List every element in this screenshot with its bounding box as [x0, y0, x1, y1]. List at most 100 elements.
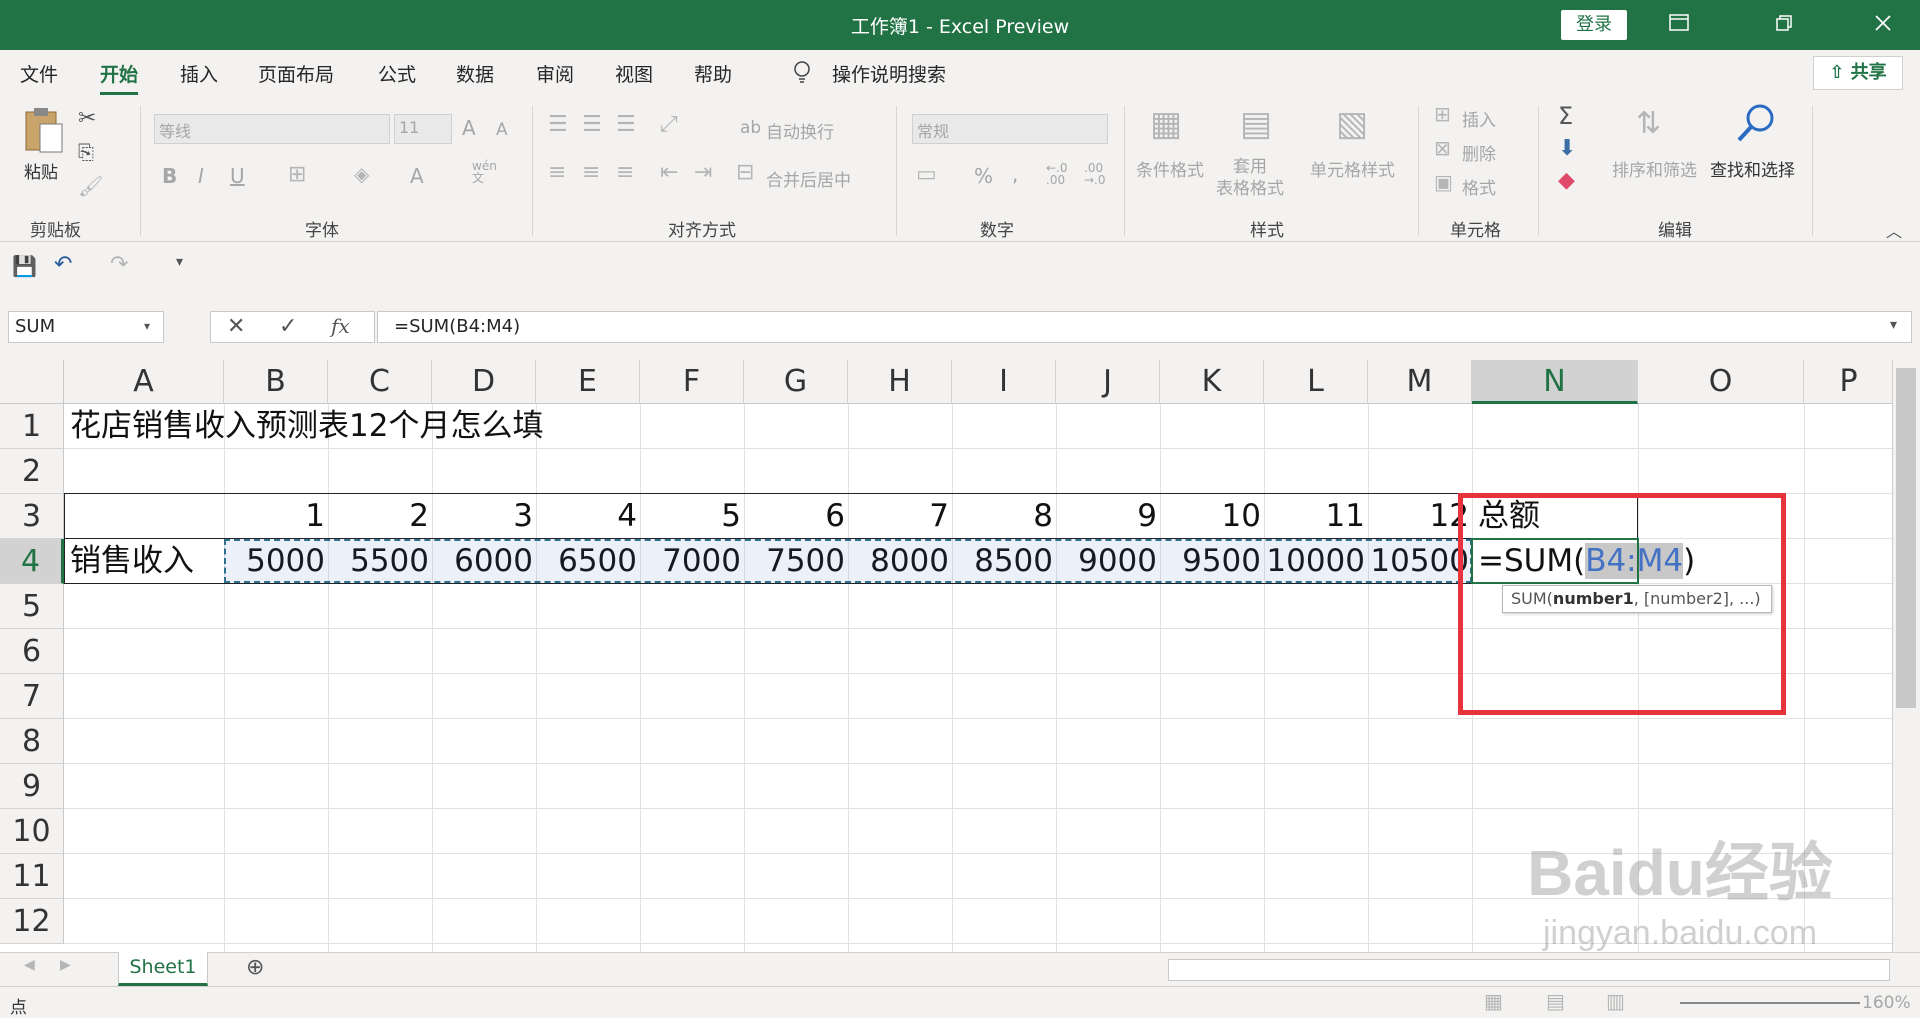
close-icon[interactable] — [1868, 10, 1898, 40]
column-header-l[interactable]: L — [1264, 360, 1368, 404]
add-sheet-icon[interactable]: ⊕ — [246, 955, 264, 980]
decrease-decimal-button[interactable]: .00 →.0 — [1084, 162, 1106, 186]
sheet-tab-sheet1[interactable]: Sheet1 — [118, 952, 208, 986]
name-box[interactable]: SUM — [8, 311, 164, 343]
row-header-4[interactable]: 4 — [0, 539, 64, 584]
find-select-icon[interactable] — [1734, 102, 1778, 152]
customize-qat-icon[interactable]: ▾ — [176, 254, 183, 270]
conditional-format-label[interactable]: 条件格式 — [1136, 156, 1204, 181]
align-center-icon[interactable]: ≡ — [582, 160, 600, 185]
merge-center-label[interactable]: 合并后居中 — [766, 166, 851, 191]
format-cells-icon[interactable]: ▣ — [1434, 170, 1453, 194]
insert-cells-icon[interactable]: ⊞ — [1434, 102, 1451, 126]
column-header-m[interactable]: M — [1368, 360, 1472, 404]
collapse-ribbon-icon[interactable]: ︿ — [1886, 218, 1902, 242]
column-header-g[interactable]: G — [744, 360, 848, 404]
tab-formulas[interactable]: 公式 — [378, 60, 416, 87]
horizontal-scrollbar[interactable] — [1168, 959, 1890, 981]
format-as-table-label[interactable]: 套用 表格格式 — [1216, 156, 1284, 200]
copy-icon[interactable]: ⎘ — [78, 140, 94, 164]
sort-filter-label[interactable]: 排序和筛选 — [1612, 156, 1697, 181]
wrap-text-label[interactable]: 自动换行 — [766, 118, 834, 143]
shrink-font-icon[interactable]: A — [496, 120, 508, 140]
wrap-text-icon[interactable]: ab — [740, 118, 761, 138]
row-header-8[interactable]: 8 — [0, 719, 64, 764]
share-button[interactable]: ⇧ 共享 — [1813, 56, 1903, 90]
number-format-select[interactable]: 常规 — [912, 114, 1108, 144]
format-cells-label[interactable]: 格式 — [1462, 174, 1496, 199]
row-header-6[interactable]: 6 — [0, 629, 64, 674]
normal-view-icon[interactable]: ▦ — [1484, 989, 1503, 1013]
row-header-2[interactable]: 2 — [0, 449, 64, 494]
page-break-view-icon[interactable]: ▥ — [1606, 989, 1625, 1013]
ribbon-display-icon[interactable] — [1664, 10, 1694, 40]
currency-icon[interactable]: ▭ — [916, 162, 937, 187]
insert-cells-label[interactable]: 插入 — [1462, 106, 1496, 131]
column-header-j[interactable]: J — [1056, 360, 1160, 404]
tab-help[interactable]: 帮助 — [694, 60, 732, 87]
login-button[interactable]: 登录 — [1561, 10, 1627, 40]
find-select-label[interactable]: 查找和选择 — [1710, 156, 1795, 181]
tooltip-current-arg[interactable]: number1 — [1553, 589, 1634, 608]
cut-icon[interactable]: ✂ — [78, 106, 96, 131]
format-as-table-icon[interactable]: ▤ — [1240, 104, 1272, 144]
paste-icon[interactable] — [22, 104, 66, 162]
restore-icon[interactable] — [1769, 10, 1799, 40]
phonetic-icon[interactable]: wén 文 — [472, 160, 497, 184]
row-header-5[interactable]: 5 — [0, 584, 64, 629]
percent-button[interactable]: % — [974, 164, 993, 188]
scroll-thumb[interactable] — [1896, 368, 1916, 708]
align-middle-icon[interactable]: ☰ — [582, 112, 602, 137]
prev-sheet-icon[interactable]: ◀ — [24, 957, 35, 973]
zoom-slider[interactable] — [1680, 1002, 1860, 1004]
delete-cells-label[interactable]: 删除 — [1462, 140, 1496, 165]
paste-label[interactable]: 粘贴 — [24, 158, 58, 183]
enter-icon[interactable]: ✓ — [279, 314, 297, 339]
align-left-icon[interactable]: ≡ — [548, 160, 566, 185]
column-header-e[interactable]: E — [536, 360, 640, 404]
column-header-c[interactable]: C — [328, 360, 432, 404]
save-icon[interactable]: 💾 — [12, 254, 37, 278]
tab-file[interactable]: 文件 — [20, 60, 58, 87]
cell-styles-icon[interactable]: ▧ — [1336, 104, 1368, 144]
cell-a1-title[interactable]: 花店销售收入预测表12个月怎么填 — [70, 404, 543, 448]
increase-decimal-button[interactable]: ←.0 .00 — [1046, 162, 1068, 186]
next-sheet-icon[interactable]: ▶ — [60, 957, 71, 973]
font-name-select[interactable]: 等线 — [154, 114, 390, 144]
fill-color-icon[interactable]: ◈ — [354, 162, 369, 186]
autosum-icon[interactable]: Σ — [1558, 102, 1573, 130]
column-header-d[interactable]: D — [432, 360, 536, 404]
align-bottom-icon[interactable]: ☰ — [616, 112, 636, 137]
tab-data[interactable]: 数据 — [456, 60, 494, 87]
column-header-f[interactable]: F — [640, 360, 744, 404]
conditional-format-icon[interactable]: ▦ — [1150, 104, 1182, 144]
format-painter-icon[interactable]: 🖌 — [78, 174, 103, 198]
font-size-select[interactable]: 11 — [394, 114, 452, 144]
underline-button[interactable]: U — [230, 164, 245, 188]
insert-function-icon[interactable]: fx — [331, 314, 350, 338]
tell-me-search[interactable]: 操作说明搜索 — [832, 60, 946, 87]
spreadsheet-grid[interactable]: ABCDEFGHIJKLMNOP 1 2 3 4 5 6 7 8 9 10 11 12 花店销售收入预… — [0, 360, 1920, 952]
column-header-p[interactable]: P — [1804, 360, 1894, 404]
cancel-icon[interactable]: ✕ — [227, 314, 245, 339]
tab-page-layout[interactable]: 页面布局 — [258, 60, 334, 87]
row-header-10[interactable]: 10 — [0, 809, 64, 854]
redo-icon[interactable]: ↷ — [110, 252, 128, 277]
grow-font-icon[interactable]: A — [462, 116, 476, 140]
clear-icon[interactable]: ◆ — [1558, 168, 1575, 193]
font-color-icon[interactable]: A — [410, 164, 424, 188]
row-header-11[interactable]: 11 — [0, 854, 64, 899]
column-header-h[interactable]: H — [848, 360, 952, 404]
lightbulb-icon[interactable] — [792, 60, 812, 89]
row-header-1[interactable]: 1 — [0, 404, 64, 449]
column-header-k[interactable]: K — [1160, 360, 1264, 404]
formula-input[interactable]: =SUM(B4:M4) — [377, 311, 1912, 343]
align-right-icon[interactable]: ≡ — [616, 160, 634, 185]
row-header-12[interactable]: 12 — [0, 899, 64, 944]
border-icon[interactable]: ⊞ — [288, 162, 306, 187]
page-layout-view-icon[interactable]: ▤ — [1546, 989, 1565, 1013]
zoom-level[interactable]: 160% — [1862, 993, 1911, 1013]
expand-formula-icon[interactable]: ▾ — [1890, 317, 1897, 333]
tab-view[interactable]: 视图 — [615, 60, 653, 87]
align-top-icon[interactable]: ☰ — [548, 112, 568, 137]
